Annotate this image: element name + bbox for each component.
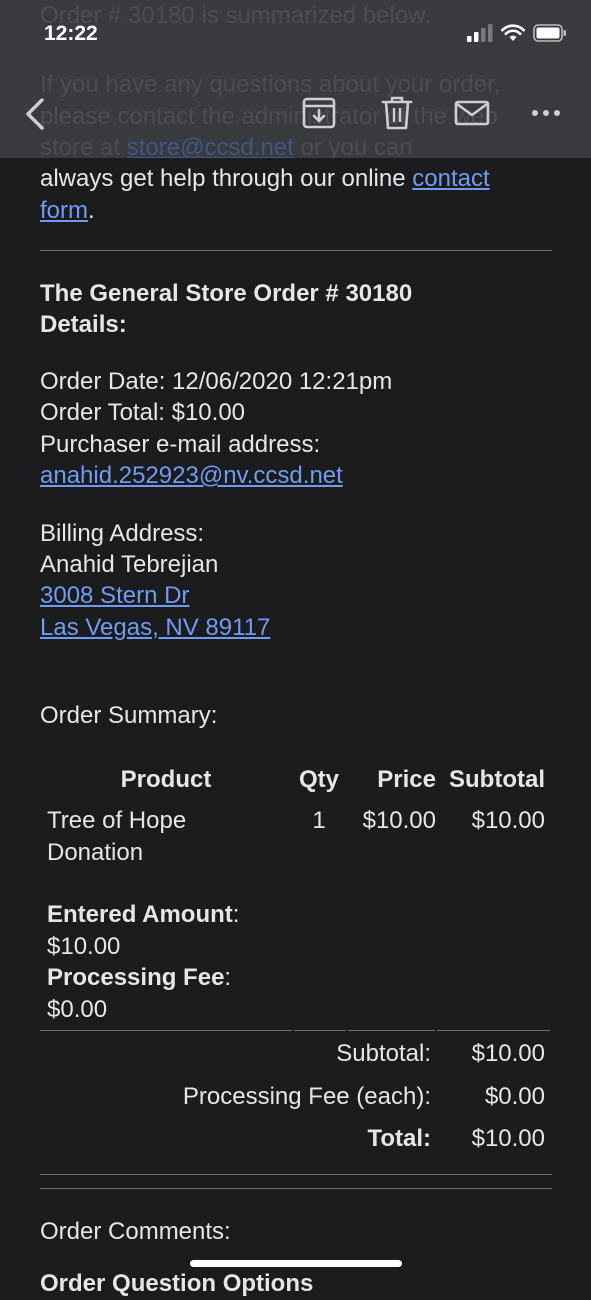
subtotal-row: Subtotal: $10.00 <box>336 1040 545 1068</box>
order-heading-details: Details: <box>40 311 127 338</box>
subtotal-value: $10.00 <box>471 1040 545 1067</box>
next-section-heading: Order Question Options <box>40 1270 314 1297</box>
column-header-subtotal: Subtotal <box>449 766 545 793</box>
divider <box>40 1174 552 1175</box>
order-heading: The General Store Order # 30180 <box>40 280 413 307</box>
scrolled-text-line: please contact the administrator of the … <box>40 103 498 130</box>
contact-form-link[interactable]: contact <box>412 165 489 192</box>
scrolled-text-line: Order # 30180 is summarized below. <box>40 2 431 29</box>
qty-cell: 1 <box>312 807 326 834</box>
table-border <box>40 1030 292 1031</box>
billing-city-row: Las Vegas, NV 89117 <box>40 612 552 644</box>
entered-amount-label: Entered Amount: <box>47 901 240 928</box>
processing-fee-label: Processing Fee: <box>47 964 232 991</box>
total-value: $10.00 <box>471 1125 545 1152</box>
trash-icon[interactable] <box>380 96 414 130</box>
divider <box>40 250 552 251</box>
purchaser-email-link[interactable]: anahid.252923@nv.ccsd.net <box>40 462 343 489</box>
ellipsis-icon[interactable] <box>530 96 562 130</box>
subtotal-label: Subtotal: <box>336 1040 431 1067</box>
status-icons <box>467 24 567 42</box>
cellular-signal-icon <box>467 24 493 42</box>
fee-row: Processing Fee (each): $0.00 <box>183 1083 545 1111</box>
fee-label: Processing Fee (each): <box>182 1083 431 1110</box>
table-border <box>294 1030 346 1031</box>
processing-fee-value: $0.00 <box>47 995 108 1023</box>
order-date: Order Date: 12/06/2020 12:21pm <box>40 368 393 395</box>
price-cell: $10.00 <box>362 807 436 834</box>
product-name-2: Donation <box>47 838 144 866</box>
order-total: Order Total: $10.00 <box>40 399 246 426</box>
help-text-line: always get help through our online conta… <box>40 165 490 192</box>
purchaser-label: Purchaser e-mail address: <box>40 431 321 458</box>
fee-value: $0.00 <box>484 1083 545 1110</box>
entered-amount-value: $10.00 <box>47 932 121 960</box>
billing-street-link[interactable]: 3008 Stern Dr <box>40 582 189 609</box>
chevron-left-icon[interactable] <box>22 96 50 132</box>
status-time: 12:22 <box>44 22 98 45</box>
billing-city-link[interactable]: Las Vegas, NV 89117 <box>40 614 270 641</box>
table-border <box>437 1030 550 1031</box>
scrolled-text-line: If you have any questions about your ord… <box>40 71 501 98</box>
product-cell: Tree of Hope Donation Entered Amount: $1… <box>40 798 292 1025</box>
battery-icon <box>533 24 566 42</box>
order-summary-label: Order Summary: <box>40 702 218 729</box>
table-border <box>348 1030 435 1031</box>
divider <box>40 1188 552 1189</box>
billing-name: Anahid Tebrejian <box>40 551 219 578</box>
product-name: Tree of Hope <box>47 807 187 834</box>
help-text-line-2: form. <box>40 197 95 224</box>
archive-icon[interactable] <box>302 96 336 130</box>
column-header-qty: Qty <box>298 766 339 793</box>
home-indicator[interactable] <box>190 1260 402 1267</box>
order-comments-label: Order Comments: <box>40 1218 231 1245</box>
purchaser-email-row: anahid.252923@nv.ccsd.net <box>40 460 552 492</box>
total-label: Total: <box>367 1125 431 1152</box>
table-header-row: Product Qty Price Subtotal <box>40 762 552 798</box>
column-header-product: Product <box>120 766 212 793</box>
envelope-icon[interactable] <box>454 96 490 130</box>
subtotal-cell: $10.00 <box>471 807 545 834</box>
billing-street-row: 3008 Stern Dr <box>40 580 552 612</box>
table-row: Tree of Hope Donation Entered Amount: $1… <box>40 798 552 1025</box>
order-items-table: Product Qty Price Subtotal Tree of Hope … <box>40 762 552 1025</box>
billing-label: Billing Address: <box>40 520 205 547</box>
total-row: Total: $10.00 <box>367 1125 545 1153</box>
contact-form-link-2[interactable]: form <box>40 197 88 224</box>
top-bar: Order # 30180 is summarized below. If yo… <box>0 0 591 158</box>
column-header-price: Price <box>377 766 436 793</box>
scrolled-text-line: store at store@ccsd.net or you can <box>40 134 413 158</box>
wifi-icon <box>501 24 525 41</box>
